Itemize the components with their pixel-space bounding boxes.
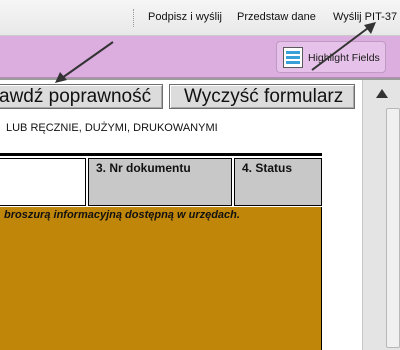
fill-instruction: LUB RĘCZNIE, DUŻYMI, DRUKOWANYMI [6,122,218,134]
scroll-up-arrow-icon[interactable] [370,84,394,104]
document-number-field[interactable]: 3. Nr dokumentu [88,158,232,206]
toolbar-separator [133,9,135,27]
highlight-fields-label: Highlight Fields [308,52,380,64]
pdf-page: awdź poprawność Wyczyść formularz LUB RĘ… [0,80,362,350]
vertical-scrollbar[interactable] [362,80,400,350]
info-block: broszurą informacyjną dostępną w urzędac… [0,207,322,350]
info-text: broszurą informacyjną dostępną w urzędac… [4,209,240,221]
status-label: 4. Status [242,161,293,175]
forms-toolbar: Highlight Fields [0,36,400,78]
sign-and-send-button[interactable]: Podpisz i wyślij [148,11,222,23]
document-number-label: 3. Nr dokumentu [96,161,191,175]
field-input-cell[interactable] [0,158,86,206]
section-divider [0,153,322,156]
clear-form-button[interactable]: Wyczyść formularz [169,84,355,109]
top-toolbar: Podpisz i wyślij Przedstaw dane Wyślij P… [0,0,400,36]
highlight-fields-icon [283,47,303,68]
send-pit-37-button[interactable]: Wyślij PIT-37 [333,11,397,23]
highlight-fields-button[interactable]: Highlight Fields [276,41,386,73]
scrollbar-thumb[interactable] [386,108,400,348]
check-correctness-button[interactable]: awdź poprawność [0,84,163,109]
present-data-button[interactable]: Przedstaw dane [237,11,316,23]
status-field[interactable]: 4. Status [234,158,322,206]
